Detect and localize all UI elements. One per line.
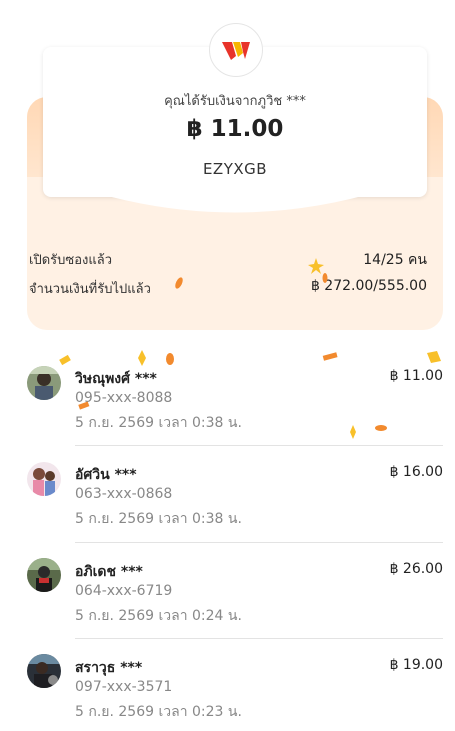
sender-text: คุณได้รับเงินจากภูวิช *** bbox=[164, 94, 306, 109]
confetti-piece-icon bbox=[427, 351, 441, 363]
recipient-amount: ฿ 11.00 bbox=[389, 368, 443, 384]
opened-stat-row: เปิดรับซองแล้ว 14/25 คน bbox=[29, 249, 427, 271]
opened-value: 14/25 คน bbox=[363, 252, 427, 268]
confetti-piece-icon bbox=[175, 277, 183, 289]
confetti-piece-icon bbox=[166, 353, 174, 365]
envelope-code: EZYXGB bbox=[202, 160, 268, 178]
recipient-name: อภิเดช *** bbox=[75, 564, 143, 580]
recipient-amount: ฿ 19.00 bbox=[389, 657, 443, 673]
recipient-name: สราวุธ *** bbox=[75, 660, 143, 676]
confetti-piece-icon bbox=[322, 273, 328, 283]
list-divider bbox=[75, 542, 443, 543]
opened-label: เปิดรับซองแล้ว bbox=[29, 253, 112, 268]
avatar bbox=[27, 462, 61, 496]
avatar bbox=[27, 366, 61, 400]
wallet-logo-icon bbox=[209, 23, 263, 77]
confetti-piece-icon bbox=[322, 352, 338, 361]
recipient-phone: 064-xxx-6719 bbox=[75, 583, 173, 599]
confetti-piece-icon bbox=[350, 425, 356, 439]
confetti-piece-icon bbox=[59, 354, 71, 366]
list-item[interactable]: อัศวิน *** ฿ 16.00 063-xxx-0868 5 ก.ย. 2… bbox=[27, 448, 443, 543]
recipient-time: 5 ก.ย. 2569 เวลา 0:38 น. bbox=[75, 511, 242, 527]
recipient-time: 5 ก.ย. 2569 เวลา 0:23 น. bbox=[75, 704, 242, 720]
confetti-piece-icon bbox=[78, 401, 90, 410]
list-divider bbox=[75, 445, 443, 446]
list-item[interactable]: วิษณุพงศ์ *** ฿ 11.00 095-xxx-8088 5 ก.ย… bbox=[27, 352, 443, 447]
recipient-name: อัศวิน *** bbox=[75, 467, 137, 483]
received-amount: ฿ 11.00 bbox=[186, 116, 284, 142]
avatar bbox=[27, 654, 61, 688]
recipient-phone: 097-xxx-3571 bbox=[75, 679, 173, 695]
recipient-time: 5 ก.ย. 2569 เวลา 0:38 น. bbox=[75, 415, 242, 431]
recipient-name: วิษณุพงศ์ *** bbox=[75, 371, 157, 387]
list-item[interactable]: อภิเดช *** ฿ 26.00 064-xxx-6719 5 ก.ย. 2… bbox=[27, 545, 443, 640]
confetti-piece-icon bbox=[375, 425, 387, 431]
avatar bbox=[27, 558, 61, 592]
recipient-phone: 063-xxx-0868 bbox=[75, 486, 173, 502]
recipient-amount: ฿ 16.00 bbox=[389, 464, 443, 480]
recipient-amount: ฿ 26.00 bbox=[389, 561, 443, 577]
recipient-time: 5 ก.ย. 2569 เวลา 0:24 น. bbox=[75, 608, 242, 624]
confetti-piece-icon bbox=[138, 350, 146, 366]
received-label: จำนวนเงินที่รับไปแล้ว bbox=[29, 282, 151, 297]
list-divider bbox=[75, 638, 443, 639]
received-stat-row: จำนวนเงินที่รับไปแล้ว ฿ 272.00/555.00 bbox=[29, 278, 427, 299]
list-item[interactable]: สราวุธ *** ฿ 19.00 097-xxx-3571 5 ก.ย. 2… bbox=[27, 641, 443, 731]
